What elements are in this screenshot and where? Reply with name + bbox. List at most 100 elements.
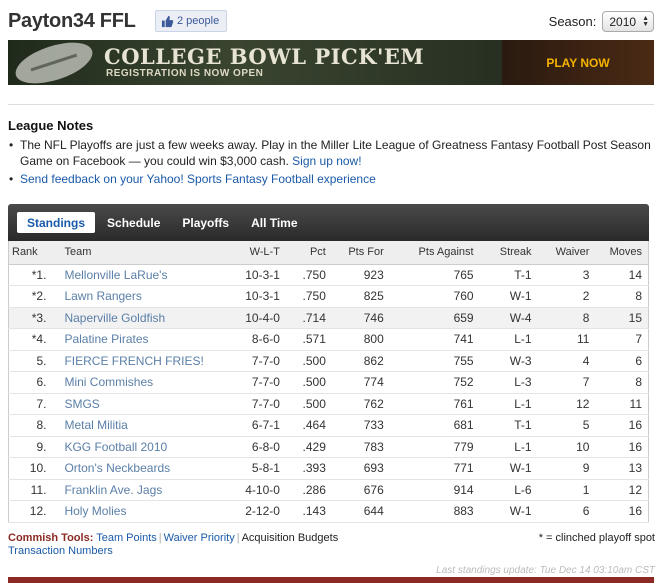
- like-count: 2 people: [177, 15, 220, 27]
- team-name: KGG Football 2010: [52, 436, 219, 458]
- team-link[interactable]: Naperville Goldfish: [64, 311, 165, 325]
- team-link[interactable]: Mellonville LaRue's: [64, 268, 167, 282]
- team-link[interactable]: Metal Militia: [64, 418, 127, 432]
- rank-cell: 9.: [8, 436, 53, 458]
- pct-cell: .393: [285, 457, 332, 480]
- rank-cell: 5.: [8, 350, 53, 372]
- team-link[interactable]: Palatine Pirates: [64, 332, 148, 346]
- team-link[interactable]: Franklin Ave. Jags: [64, 483, 162, 497]
- rank-cell: 10.: [8, 457, 53, 480]
- promo-banner[interactable]: COLLEGE BOWL PICK'EM REGISTRATION IS NOW…: [8, 40, 654, 85]
- streak-cell: W-1: [479, 285, 538, 308]
- wlt-cell: 10-3-1: [218, 264, 286, 286]
- team-link[interactable]: Mini Commishes: [64, 375, 153, 389]
- streak-cell: L-1: [479, 436, 538, 458]
- table-header-row: Rank Team W-L-T Pct Pts For Pts Against …: [8, 241, 649, 265]
- table-row: 6. Mini Commishes 7-7-0.500 774 752 L-3 7 8: [8, 371, 649, 394]
- pts-against-cell: 755: [389, 350, 480, 372]
- wlt-cell: 2-12-0: [218, 500, 286, 523]
- moves-cell: 14: [595, 264, 649, 286]
- rank-cell: 11.: [8, 479, 53, 501]
- team-name: Mini Commishes: [52, 371, 219, 394]
- table-row: 8. Metal Militia 6-7-1.464 733 681 T-1 5 16: [8, 414, 649, 437]
- pts-against-cell: 771: [389, 457, 480, 480]
- waiver-cell: 9: [537, 457, 596, 480]
- wlt-cell: 7-7-0: [218, 393, 286, 415]
- col-waiver: Waiver: [537, 241, 596, 265]
- note-item: Send feedback on your Yahoo! Sports Fant…: [8, 171, 654, 187]
- wlt-cell: 7-7-0: [218, 371, 286, 394]
- waiver-cell: 4: [537, 350, 596, 372]
- table-row: *1. Mellonville LaRue's 10-3-1.750 923 765 T-…: [8, 264, 649, 286]
- wlt-cell: 6-8-0: [218, 436, 286, 458]
- col-pct: Pct: [285, 241, 332, 265]
- waiver-cell: 5: [537, 414, 596, 437]
- sign-up-link[interactable]: Sign up now!: [292, 154, 361, 168]
- col-streak: Streak: [479, 241, 538, 265]
- pts-for-cell: 693: [331, 457, 390, 480]
- pct-cell: .143: [285, 500, 332, 523]
- team-link[interactable]: KGG Football 2010: [64, 440, 167, 454]
- tab-playoffs[interactable]: Playoffs: [172, 212, 239, 233]
- team-link[interactable]: FIERCE FRENCH FRIES!: [64, 354, 203, 368]
- tab-all-time[interactable]: All Time: [241, 212, 307, 233]
- moves-cell: 13: [595, 457, 649, 480]
- feedback-link[interactable]: Send feedback on your Yahoo! Sports Fant…: [20, 172, 376, 186]
- streak-cell: W-3: [479, 350, 538, 372]
- facebook-like-button[interactable]: 2 people: [155, 10, 228, 32]
- season-dropdown[interactable]: 2010 ▲ ▼: [602, 11, 654, 32]
- rank-cell: *3.: [8, 307, 53, 329]
- waiver-priority-link[interactable]: Waiver Priority: [164, 532, 235, 544]
- table-row: 5. FIERCE FRENCH FRIES! 7-7-0.500 862 755 W-3…: [8, 350, 649, 372]
- table-row: 7. SMGS 7-7-0.500 762 761 L-1 12 11: [8, 393, 649, 415]
- moves-cell: 7: [595, 328, 649, 351]
- standings-tabs: Standings Schedule Playoffs All Time: [8, 204, 649, 241]
- team-name: Metal Militia: [52, 414, 219, 437]
- streak-cell: L-1: [479, 328, 538, 351]
- transaction-numbers-link[interactable]: Transaction Numbers: [8, 545, 113, 557]
- waiver-cell: 10: [537, 436, 596, 458]
- rank-cell: *1.: [8, 264, 53, 286]
- season-value: 2010: [609, 14, 637, 29]
- separator: |: [158, 532, 162, 544]
- select-arrows-icon: ▲ ▼: [642, 14, 649, 28]
- pts-against-cell: 883: [389, 500, 480, 523]
- team-link[interactable]: Lawn Rangers: [64, 289, 141, 303]
- moves-cell: 8: [595, 371, 649, 394]
- banner-subtitle: REGISTRATION IS NOW OPEN: [106, 68, 264, 79]
- table-row: 11. Franklin Ave. Jags 4-10-0.286 676 914 L-6…: [8, 479, 649, 501]
- rank-cell: 8.: [8, 414, 53, 437]
- tab-standings[interactable]: Standings: [17, 212, 96, 233]
- streak-cell: L-3: [479, 371, 538, 394]
- pct-cell: .500: [285, 393, 332, 415]
- waiver-cell: 3: [537, 264, 596, 286]
- moves-cell: 6: [595, 350, 649, 372]
- waiver-cell: 6: [537, 500, 596, 523]
- note-item: The NFL Playoffs are just a few weeks aw…: [8, 137, 654, 169]
- pct-cell: .464: [285, 414, 332, 437]
- footer-bar: [8, 577, 654, 583]
- league-title: Payton34 FFL: [8, 10, 136, 32]
- pct-cell: .429: [285, 436, 332, 458]
- team-link[interactable]: SMGS: [64, 397, 99, 411]
- team-points-link[interactable]: Team Points: [96, 532, 157, 544]
- season-label: Season:: [548, 14, 597, 29]
- season-selector: Season: 2010 ▲ ▼: [549, 11, 654, 32]
- league-notes: League Notes The NFL Playoffs are just a…: [8, 118, 654, 189]
- wlt-cell: 4-10-0: [218, 479, 286, 501]
- team-link[interactable]: Holy Molies: [64, 504, 126, 518]
- pts-against-cell: 779: [389, 436, 480, 458]
- pts-against-cell: 752: [389, 371, 480, 394]
- tab-schedule[interactable]: Schedule: [97, 212, 170, 233]
- wlt-cell: 7-7-0: [218, 350, 286, 372]
- team-link[interactable]: Orton's Neckbeards: [64, 461, 170, 475]
- pts-for-cell: 923: [331, 264, 390, 286]
- pts-for-cell: 733: [331, 414, 390, 437]
- last-update-text: Last standings update: Tue Dec 14 03:10a…: [436, 565, 655, 576]
- wlt-cell: 6-7-1: [218, 414, 286, 437]
- rank-cell: *2.: [8, 285, 53, 308]
- pts-for-cell: 746: [331, 307, 390, 329]
- play-now-button[interactable]: PLAY NOW: [502, 40, 654, 85]
- wlt-cell: 10-3-1: [218, 285, 286, 308]
- pts-for-cell: 762: [331, 393, 390, 415]
